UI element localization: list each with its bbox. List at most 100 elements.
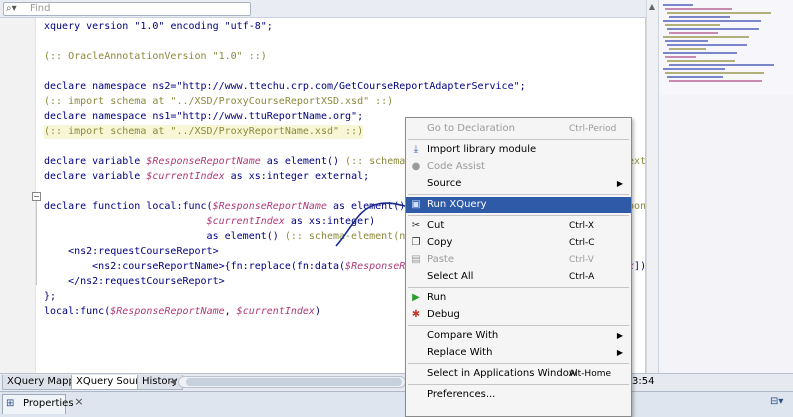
close-icon[interactable]: ×: [72, 395, 86, 409]
code-line[interactable]: };: [44, 290, 56, 304]
submenu-arrow-icon: ▶: [616, 179, 623, 188]
minimap-line: [663, 20, 761, 22]
minimap-line: [667, 28, 759, 30]
menu-item-label: Debug: [427, 309, 460, 320]
properties-icon: ⊞: [6, 398, 15, 409]
vertical-scrollbar[interactable]: [646, 0, 658, 373]
code-token: "http://www.ttuReportName.org": [176, 111, 358, 122]
menu-separator: [408, 325, 629, 326]
minimap-line: [665, 40, 708, 42]
minimap-line: [665, 8, 732, 10]
menu-item-compare-with[interactable]: Compare With ▶: [406, 328, 631, 344]
menu-item-label: Select All: [427, 271, 474, 282]
menu-item-run-xquery[interactable]: ▣ Run XQuery: [406, 197, 631, 213]
cursor-position: 3:54: [632, 376, 655, 387]
menu-item-code-assist: ● Code Assist: [406, 159, 631, 175]
minimap-line: [669, 16, 730, 18]
minimap-line: [667, 44, 747, 46]
menu-item-label: Import library module: [427, 144, 537, 155]
scroll-up-icon[interactable]: ▲: [647, 2, 657, 12]
code-token: };: [44, 291, 57, 302]
minimap-line: [669, 32, 718, 34]
code-token: "http://www.ttechu.crp.com/GetCourseRepo…: [176, 81, 520, 92]
minimap-line: [663, 36, 749, 38]
menu-item-debug[interactable]: ✱ Debug: [406, 307, 631, 323]
menu-item-select-in-applications-window[interactable]: Select in Applications Window Alt-Home: [406, 366, 631, 382]
minimap-line: [663, 68, 725, 70]
code-token: $currentIndex: [146, 171, 225, 182]
menu-item-preferences[interactable]: Preferences...: [406, 387, 631, 403]
minimap-line: [663, 52, 737, 54]
code-line[interactable]: local:func($ResponseReportName, $current…: [44, 305, 321, 319]
code-line[interactable]: </ns2:requestCourseReport>: [44, 275, 225, 289]
menu-item-shortcut: Ctrl-X: [569, 221, 594, 231]
code-line[interactable]: declare namespace ns2="http://www.ttechu…: [44, 80, 526, 94]
menu-item-shortcut: Ctrl-V: [569, 255, 594, 265]
menu-item-label: Source: [427, 178, 462, 189]
search-icon[interactable]: ⌕▾: [6, 3, 28, 15]
code-line[interactable]: xquery version "1.0" encoding "utf-8";: [44, 20, 273, 34]
code-line[interactable]: declare namespace ns1="http://www.ttuRep…: [44, 110, 363, 124]
code-token: $ResponseReportName: [110, 306, 225, 317]
code-token: declare variable: [44, 171, 147, 182]
horizontal-scroll-thumb[interactable]: [186, 378, 402, 386]
menu-separator: [408, 384, 629, 385]
panel-options-icon[interactable]: ⊟▾: [770, 395, 790, 409]
menu-item-label: Copy: [427, 237, 453, 248]
code-token: declare function local:func(: [44, 201, 213, 212]
menu-item-label: Run XQuery: [427, 199, 487, 210]
code-token: as element(): [260, 156, 346, 167]
code-token: (:: import schema at "../XSD/ProxyCourse…: [44, 96, 394, 107]
code-line[interactable]: (:: OracleAnnotationVersion "1.0" ::): [44, 50, 267, 64]
code-token: $ResponseReportName: [146, 156, 261, 167]
menu-item-shortcut: Ctrl-C: [569, 238, 595, 248]
code-minimap[interactable]: [658, 0, 793, 95]
menu-item-select-all[interactable]: Select All Ctrl-A: [406, 269, 631, 285]
code-token: $ResponseReportName: [212, 201, 327, 212]
menu-separator: [408, 139, 629, 140]
menu-separator: [408, 287, 629, 288]
code-token: ;: [357, 111, 364, 122]
code-token: as xs:integer): [284, 216, 376, 227]
menu-separator: [408, 194, 629, 195]
code-token: ;: [519, 81, 526, 92]
menu-item-run[interactable]: ▶ Run: [406, 290, 631, 306]
code-token: declare variable: [44, 156, 147, 167]
menu-item-label: Preferences...: [427, 389, 496, 400]
scroll-left-icon[interactable]: ◀: [168, 376, 178, 388]
menu-item-label: Select in Applications Window: [427, 368, 578, 379]
play-icon: ▶: [412, 292, 420, 303]
scissors-icon: ✂: [411, 220, 421, 231]
menu-item-go-to-declaration: Go to Declaration Ctrl-Period: [406, 121, 631, 137]
code-line[interactable]: $currentIndex as xs:integer): [44, 215, 376, 229]
code-line[interactable]: (:: import schema at "../XSD/ProxyCourse…: [44, 95, 393, 109]
code-line[interactable]: (:: import schema at "../XSD/ProxyReport…: [44, 125, 364, 139]
minimap-line: [665, 72, 764, 74]
minimap-line: [667, 76, 723, 78]
code-token: "utf-8": [224, 21, 267, 32]
run-xquery-icon: ▣: [411, 199, 421, 210]
menu-item-copy[interactable]: ❐ Copy Ctrl-C: [406, 235, 631, 251]
menu-item-label: Cut: [427, 220, 445, 231]
find-input[interactable]: Find: [3, 2, 251, 16]
code-token: ,: [224, 306, 237, 317]
lightbulb-icon: ●: [411, 161, 421, 172]
code-token: xquery version: [44, 21, 135, 32]
code-token: declare namespace ns1=: [44, 111, 177, 122]
menu-separator: [408, 363, 629, 364]
menu-item-source[interactable]: Source ▶: [406, 176, 631, 192]
code-token: (:: OracleAnnotationVersion "1.0" ::): [44, 51, 267, 62]
menu-item-label: Run: [427, 292, 447, 303]
code-line[interactable]: <ns2:requestCourseReport>: [44, 245, 219, 259]
menu-item-import-library-module[interactable]: ⤓ Import library module: [406, 142, 631, 158]
menu-item-replace-with[interactable]: Replace With ▶: [406, 345, 631, 361]
code-token: </ns2:requestCourseReport>: [44, 276, 225, 287]
menu-item-cut[interactable]: ✂ Cut Ctrl-X: [406, 218, 631, 234]
menu-item-label: Code Assist: [427, 161, 485, 172]
submenu-arrow-icon: ▶: [616, 331, 623, 340]
code-line[interactable]: declare variable $currentIndex as xs:int…: [44, 170, 369, 184]
menu-item-shortcut: Ctrl-Period: [569, 124, 617, 134]
menu-item-shortcut: Ctrl-A: [569, 272, 595, 282]
menu-item-label: Go to Declaration: [427, 123, 515, 134]
code-token: encoding: [164, 21, 225, 32]
